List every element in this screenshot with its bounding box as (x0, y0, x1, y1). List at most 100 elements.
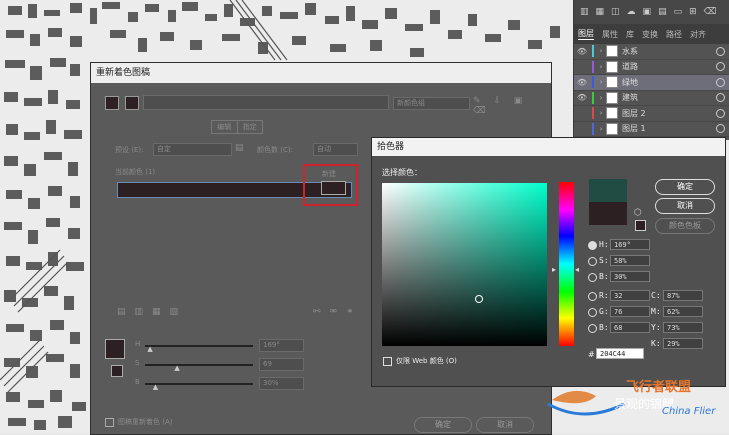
recolor-checkbox-row[interactable]: 图稿重新着色 (A) (105, 417, 172, 427)
slider-thumb[interactable]: ▲ (174, 364, 179, 372)
toolbar-icon-3[interactable]: ◫ (611, 7, 620, 17)
web-only-row[interactable]: 仅限 Web 颜色 (O) (383, 356, 457, 366)
color-mode-radio[interactable] (588, 324, 597, 333)
toolbar-icon-5[interactable]: ▣ (643, 7, 652, 17)
cmyk-input[interactable]: 87% (663, 290, 703, 301)
new-layer-icon[interactable]: ⊞ (689, 7, 697, 17)
cmyk-input[interactable]: 62% (663, 306, 703, 317)
toolbar-icon-2[interactable]: ▦ (596, 7, 605, 17)
slider-track[interactable] (145, 364, 253, 366)
rgb-input[interactable]: 68 (610, 322, 650, 333)
tab-assign[interactable]: 指定 (238, 121, 263, 133)
small-color-swatch[interactable] (111, 365, 123, 377)
layer-row[interactable]: 👁 › 水系 (574, 44, 729, 60)
current-color-swatch[interactable] (105, 96, 119, 110)
visibility-eye-icon[interactable]: 👁 (574, 78, 590, 87)
colors-count-select[interactable]: 自动 (313, 143, 358, 156)
hsb-input[interactable]: 169° (610, 239, 650, 250)
visibility-eye-icon[interactable]: 👁 (574, 93, 590, 102)
recolor-tabs: 编辑 指定 (211, 120, 263, 134)
target-circle-icon[interactable] (716, 93, 725, 103)
color-swatches-button[interactable]: 颜色色板 (655, 218, 715, 234)
slider-thumb[interactable]: ▲ (147, 345, 152, 353)
tab-properties[interactable]: 属性 (602, 29, 618, 40)
expand-arrow-icon[interactable]: › (596, 125, 606, 133)
trash-icon[interactable]: ⌫ (704, 7, 717, 17)
layer-name: 道路 (622, 62, 638, 72)
selected-color-preview[interactable] (105, 339, 125, 359)
slider-value[interactable]: 169° (259, 339, 304, 352)
expand-arrow-icon[interactable]: › (596, 47, 606, 55)
expand-arrow-icon[interactable]: › (596, 109, 606, 117)
hsb-input[interactable]: 30% (610, 271, 650, 282)
target-circle-icon[interactable] (716, 108, 725, 118)
recolor-tool-icons[interactable]: ✎ ⇩ ▣ ⌫ (473, 96, 551, 116)
preset-select[interactable]: 自定 (153, 143, 232, 156)
rgb-input[interactable]: 76 (610, 306, 650, 317)
layer-row[interactable]: › 道路 (574, 60, 729, 75)
hue-slider-right-arrow[interactable]: ◂ (575, 265, 579, 274)
tab-pathfinder[interactable]: 路径 (666, 29, 682, 40)
color-mode-radio[interactable] (588, 273, 597, 282)
expand-arrow-icon[interactable]: › (596, 63, 606, 71)
hsb-slider-row[interactable]: H ▲ 169° (135, 339, 310, 353)
slider-track[interactable] (145, 383, 253, 385)
tab-layers[interactable]: 图层 (578, 28, 594, 40)
hsb-slider-row[interactable]: S ▲ 69 (135, 358, 310, 372)
row-tool-icons-left[interactable]: ▤▥▦▧ (117, 307, 187, 317)
hex-input[interactable]: 204C44 (596, 348, 644, 359)
cloud-icon[interactable]: ☁ (627, 7, 636, 17)
row-tool-icons-right[interactable]: ⚯⚮⚭ (313, 307, 363, 317)
layer-row[interactable]: › 图层 2 (574, 106, 729, 122)
target-circle-icon[interactable] (716, 77, 725, 87)
recolor-cancel-button[interactable]: 取消 (476, 417, 534, 433)
slider-value[interactable]: 30% (259, 377, 304, 390)
target-circle-icon[interactable] (716, 62, 725, 72)
target-circle-icon[interactable] (716, 46, 725, 56)
color-mode-radio[interactable] (588, 308, 597, 317)
preset-options-icon[interactable]: ▤ (235, 143, 244, 153)
hsb-slider-row[interactable]: B ▲ 30% (135, 377, 310, 391)
color-mode-radio[interactable] (588, 257, 597, 266)
layer-row[interactable]: › 图层 1 (574, 122, 729, 137)
recolor-ok-button[interactable]: 确定 (414, 417, 472, 433)
hue-slider[interactable] (559, 182, 574, 346)
color-picker-dialog: 拾色器 选择颜色： ▸ ◂ ⬡ 确定 取消 颜色色板 H: 169° S: 58% B:… (371, 137, 726, 387)
slider-value[interactable]: 69 (259, 358, 304, 371)
new-color-swatch[interactable] (125, 96, 139, 110)
web-only-checkbox[interactable] (383, 356, 392, 366)
layer-row[interactable]: 👁 › 建筑 (574, 91, 729, 106)
hsb-input[interactable]: 58% (610, 255, 650, 266)
layer-row[interactable]: 👁 › 绿地 (574, 75, 729, 91)
tab-transform[interactable]: 变换 (642, 29, 658, 40)
web-safe-swatch[interactable] (635, 220, 646, 231)
folder-icon[interactable]: ▭ (674, 7, 683, 17)
toolbar-icon-6[interactable]: ▤ (658, 7, 667, 17)
rgb-input[interactable]: 32 (610, 290, 650, 301)
target-circle-icon[interactable] (716, 124, 725, 134)
expand-arrow-icon[interactable]: › (596, 78, 606, 86)
preset-name-input[interactable]: 新颜色组 (393, 97, 470, 110)
color-mode-radio[interactable] (588, 241, 597, 250)
picker-cancel-button[interactable]: 取消 (655, 198, 715, 214)
web-only-label: 仅限 Web 颜色 (O) (396, 357, 457, 365)
tab-library[interactable]: 库 (626, 29, 634, 40)
layer-name: 建筑 (622, 93, 638, 103)
cmyk-input[interactable]: 73% (663, 322, 703, 333)
expand-arrow-icon[interactable]: › (596, 94, 606, 102)
slider-track[interactable] (145, 345, 253, 347)
tab-align[interactable]: 对齐 (690, 29, 706, 40)
old-color-preview[interactable] (589, 202, 627, 225)
cmyk-input[interactable]: 29% (663, 338, 703, 349)
slider-thumb[interactable]: ▲ (153, 383, 158, 391)
recolor-checkbox[interactable] (105, 417, 114, 427)
tab-edit[interactable]: 编辑 (212, 121, 238, 133)
visibility-eye-icon[interactable]: 👁 (574, 47, 590, 56)
color-group-name-field[interactable] (143, 95, 389, 110)
color-mode-radio[interactable] (588, 292, 597, 301)
picker-ok-button[interactable]: 确定 (655, 179, 715, 195)
toolbar-icon-1[interactable]: ▥ (580, 7, 589, 17)
color-field-marker[interactable] (475, 295, 483, 303)
hue-slider-left-arrow[interactable]: ▸ (552, 265, 556, 274)
color-field[interactable] (382, 183, 547, 346)
